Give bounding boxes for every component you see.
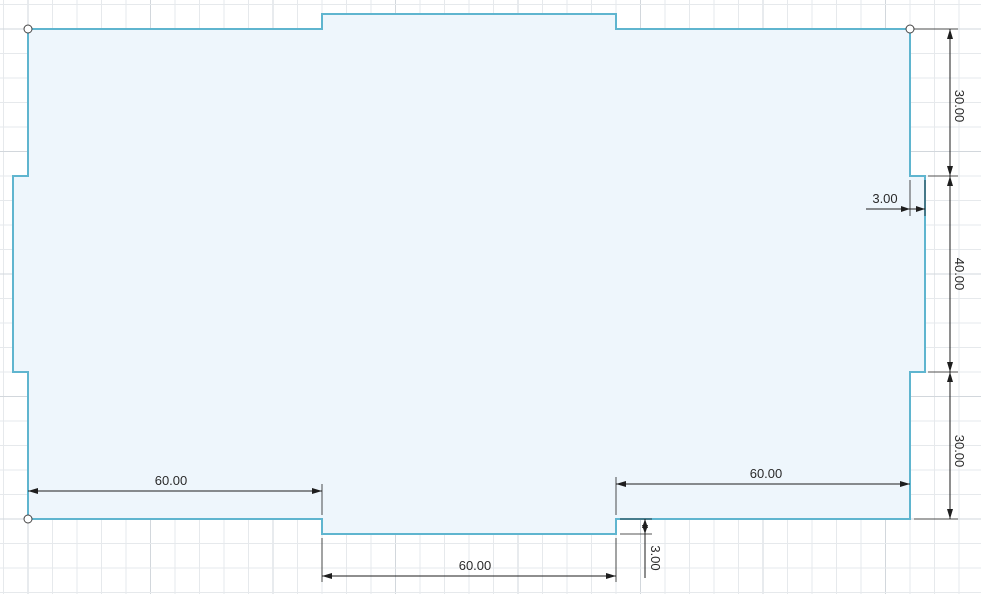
dimension-bottom-tab-depth[interactable]: 3.00 <box>620 518 663 578</box>
sketch-point-bottom-left[interactable] <box>23 514 33 524</box>
dimension-right-lower-label: 30.00 <box>952 435 967 468</box>
sketch-canvas[interactable]: 30.00 40.00 30.00 3.00 60.00 60.00 60.00… <box>0 0 981 594</box>
sketch-profile[interactable] <box>12 13 926 535</box>
dimension-bottom-tab-label: 60.00 <box>459 558 492 573</box>
dimension-right-tab-label: 40.00 <box>952 258 967 291</box>
sketch-point-top-left[interactable] <box>23 24 33 34</box>
dimension-right-tab-depth-label: 3.00 <box>872 191 897 206</box>
sketch-point-top-right[interactable] <box>905 24 915 34</box>
dimension-bottom-tab-depth-label: 3.00 <box>648 545 663 570</box>
dimension-bottom-left-label: 60.00 <box>155 473 188 488</box>
sketch-svg[interactable]: 30.00 40.00 30.00 3.00 60.00 60.00 60.00… <box>0 0 981 594</box>
dimension-bottom-right-label: 60.00 <box>750 466 783 481</box>
dimension-right-upper-label: 30.00 <box>952 90 967 123</box>
